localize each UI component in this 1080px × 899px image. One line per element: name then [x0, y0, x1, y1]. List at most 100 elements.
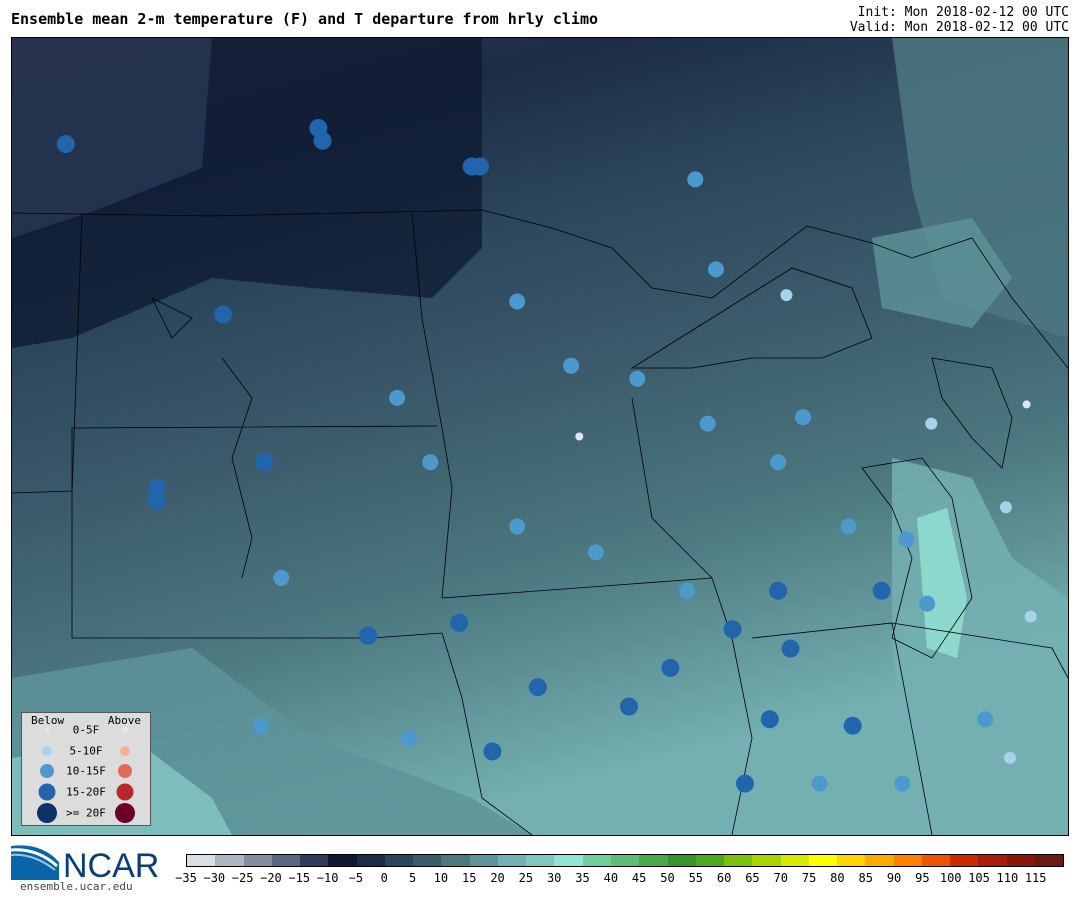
station-dot	[509, 293, 526, 310]
colorbar-segment	[752, 855, 781, 866]
colorbar-segment	[469, 855, 498, 866]
map-title: Ensemble mean 2-m temperature (F) and T …	[11, 10, 598, 28]
station-dot	[795, 409, 811, 426]
legend-row-label: 0-5F	[72, 723, 100, 737]
colorbar-segment	[639, 855, 668, 866]
colorbar-segment	[243, 855, 272, 866]
colorbar-tick-label: 70	[773, 871, 788, 885]
station-dot	[147, 491, 166, 510]
station-dot	[509, 518, 526, 535]
station-dot	[811, 775, 828, 792]
station-dot	[252, 717, 269, 734]
colorbar-tick-label: 40	[603, 871, 619, 885]
legend-row-label: 10-15F	[66, 764, 106, 778]
station-dot	[977, 711, 994, 728]
colorbar-segment	[215, 855, 244, 866]
station-dot	[273, 569, 290, 586]
station-dot	[401, 730, 418, 747]
colorbar-tick-label: 50	[660, 871, 675, 885]
colorbar-tick-label: −25	[231, 871, 254, 885]
colorbar-tick-label: 20	[490, 871, 505, 885]
station-dot	[679, 582, 695, 599]
map-canvas[interactable]	[12, 38, 1068, 835]
station-dot	[629, 370, 646, 387]
legend-below-dot	[42, 746, 52, 756]
colorbar-segment	[837, 855, 866, 866]
colorbar-segment	[610, 855, 640, 866]
legend-row: 0-5F	[22, 720, 150, 740]
station-dot	[255, 453, 274, 472]
station-dot	[587, 544, 604, 561]
colorbar-segment	[356, 855, 385, 866]
station-dot	[620, 697, 638, 716]
colorbar-segment	[1034, 855, 1064, 866]
station-dot	[699, 415, 716, 432]
colorbar-segment	[1006, 855, 1035, 866]
station-dot	[999, 501, 1012, 514]
colorbar-tick-label: −35	[175, 871, 197, 885]
legend-below-dot	[37, 803, 57, 823]
colorbar-segment	[413, 855, 442, 866]
colorbar-tick-label: 35	[575, 871, 590, 885]
colorbar-tick-label: 105	[968, 871, 990, 885]
colorbar-tick-label: 55	[688, 871, 704, 885]
colorbar-segment	[921, 855, 951, 866]
ncar-logo-mark: NCAR	[10, 845, 159, 885]
station-dot	[389, 389, 406, 406]
colorbar-segment	[300, 855, 329, 866]
station-dot	[708, 261, 724, 278]
station-dot	[780, 289, 793, 302]
ncar-url[interactable]: ensemble.ucar.edu	[20, 880, 133, 893]
colorbar-segment	[384, 855, 414, 866]
temperature-colorbar	[186, 854, 1064, 867]
map-panel[interactable]	[11, 37, 1069, 836]
colorbar-tick-label: 80	[830, 871, 845, 885]
station-dot	[1022, 400, 1031, 409]
legend-below-dot	[40, 764, 54, 778]
colorbar-tick-label: 45	[631, 871, 647, 885]
station-dot	[471, 157, 489, 176]
legend-row-label: 5-10F	[69, 744, 103, 758]
station-dot	[563, 357, 580, 374]
colorbar-segment	[554, 855, 583, 866]
colorbar-segment	[950, 855, 979, 866]
legend-below-dot	[44, 727, 50, 733]
colorbar-tick-label: −20	[260, 871, 282, 885]
colorbar-tick-label: 90	[886, 871, 902, 885]
colorbar-segment	[497, 855, 527, 866]
legend-above-dot	[122, 727, 128, 733]
legend-row-label: 15-20F	[66, 785, 106, 799]
station-dot	[769, 581, 788, 600]
station-dot	[422, 454, 439, 471]
colorbar-segment	[526, 855, 555, 866]
colorbar-tick-label: 15	[461, 871, 477, 885]
station-dot	[872, 581, 891, 600]
colorbar-segment	[187, 855, 216, 866]
colorbar-segment	[724, 855, 753, 866]
station-dot	[661, 658, 680, 677]
station-dot	[313, 131, 332, 150]
legend-above-dot	[116, 783, 134, 801]
init-time: Init: Mon 2018-02-12 00 UTC	[857, 5, 1069, 20]
legend-row: 10-15F	[22, 761, 150, 781]
station-dot	[843, 716, 862, 735]
legend-row: 5-10F	[22, 741, 150, 761]
colorbar-tick-label: 65	[745, 871, 760, 885]
station-dot	[898, 531, 915, 548]
colorbar-tick-label: 0	[380, 871, 388, 885]
legend-above-dot	[115, 803, 135, 823]
station-dot	[760, 710, 779, 729]
ncar-logo-text: NCAR	[63, 847, 159, 882]
colorbar-tick-label: 60	[716, 871, 732, 885]
station-dot	[483, 742, 502, 761]
station-dot	[214, 305, 233, 324]
colorbar-segment	[271, 855, 301, 866]
colorbar-tick-label: −5	[348, 871, 364, 885]
station-dot	[840, 518, 857, 535]
colorbar-tick-label: −10	[316, 871, 339, 885]
legend-row-label: >= 20F	[66, 806, 106, 820]
colorbar-tick-label: 10	[433, 871, 449, 885]
legend-row: >= 20F	[22, 803, 150, 823]
colorbar-segment	[893, 855, 922, 866]
colorbar-tick-label: −30	[203, 871, 226, 885]
